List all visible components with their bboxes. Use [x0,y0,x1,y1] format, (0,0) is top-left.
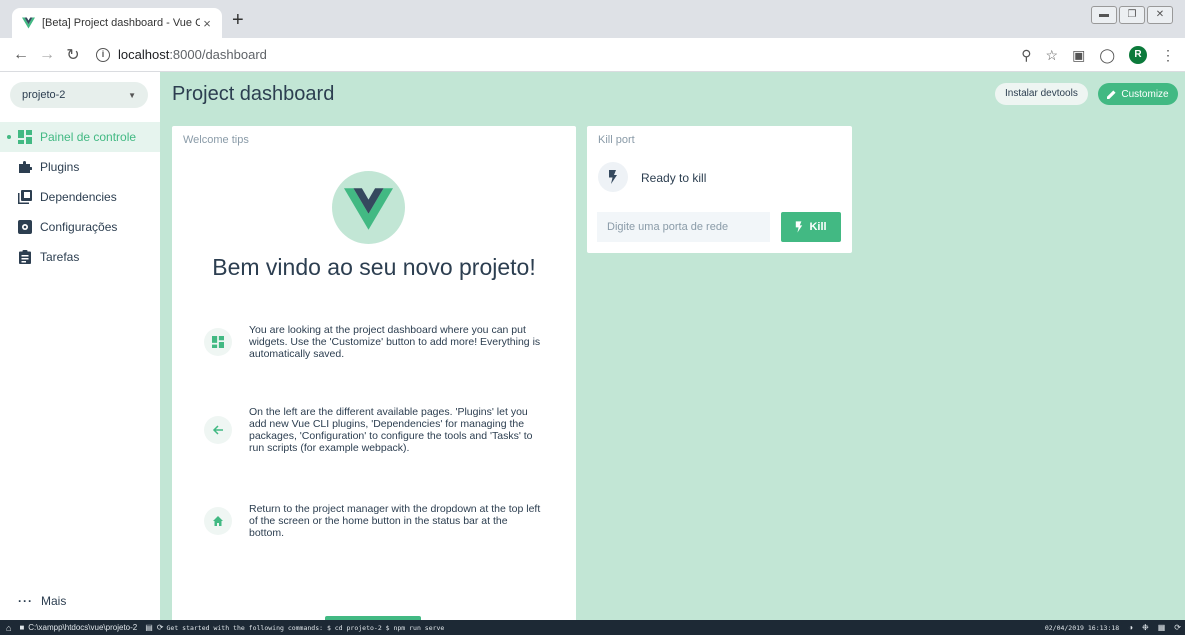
sidebar-item-plugins[interactable]: Plugins [0,152,160,182]
welcome-heading: Bem vindo ao seu novo projeto! [212,254,536,280]
project-name: projeto-2 [22,89,66,101]
dashboard-main: Project dashboard Instalar devtools Cust… [160,72,1185,620]
status-right: 02/04/2019 16:13:18 ◑ ❉ ▦ ⟳ [1045,620,1181,635]
dark-mode-icon[interactable]: ◑ [1128,623,1133,632]
vue-logo-icon [344,188,393,230]
sidebar-item-label: Configurações [40,220,118,234]
browser-tab[interactable]: [Beta] Project dashboard - Vue C × [12,8,222,38]
console-log[interactable]: ▤ ⟳ Get started with the following comma… [145,623,444,632]
browser-tabstrip: [Beta] Project dashboard - Vue C × + ▬ ❐… [0,0,1185,38]
translate-icon[interactable]: ▦ [1158,623,1166,632]
page-title: Project dashboard [172,83,335,105]
console-message: Get started with the following commands:… [166,623,445,632]
tip-item: You are looking at the project dashboard… [204,324,544,360]
zoom-icon[interactable]: ⚲ [1021,47,1031,64]
profile-avatar[interactable]: R [1129,46,1147,64]
port-input[interactable] [597,212,770,242]
maximize-button[interactable]: ❐ [1119,6,1145,24]
customize-label: Customize [1121,88,1169,100]
project-dropdown[interactable]: projeto-2 ▼ [10,82,148,108]
pencil-icon [1107,89,1116,99]
vue-logo-icon [22,17,35,29]
status-bar: ⌂ ■ C:\xampp\htdocs\vue\projeto-2 ▤ ⟳ Ge… [0,620,1185,635]
minimize-button[interactable]: ▬ [1091,6,1117,24]
forward-icon[interactable]: → [34,46,60,64]
extension-icon[interactable]: ◯ [1099,47,1115,64]
dashboard-icon [204,328,232,356]
sidebar-more[interactable]: ··· Mais [18,594,66,608]
new-tab-button[interactable]: + [232,10,244,30]
url-path: :8000/dashboard [169,47,267,62]
flash-icon [598,162,628,192]
kill-port-widget: Kill port Ready to kill Kill [587,126,852,253]
sidebar-item-label: Dependencies [40,190,117,204]
info-icon[interactable]: i [96,47,110,62]
camera-icon[interactable]: ▣ [1072,47,1085,64]
home-icon[interactable]: ⌂ [6,623,11,633]
url-host: localhost [118,47,170,62]
arrow-left-icon [204,416,232,444]
refresh-icon[interactable]: ⟳ [1174,623,1181,632]
settings-app-icon [18,220,32,234]
close-window-button[interactable]: ✕ [1147,6,1173,24]
more-label: Mais [41,594,67,608]
tip-item: On the left are the different available … [204,406,544,454]
sidebar: projeto-2 ▼ Painel de controle Plugins D… [0,72,160,620]
toolbar-right: ⚲ ☆ ▣ ◯ R ⋮ [1021,38,1175,72]
bug-icon[interactable]: ❉ [1142,623,1149,632]
sidebar-nav: Painel de controle Plugins Dependencies … [0,122,160,272]
puzzle-icon [19,161,32,173]
back-icon[interactable]: ← [8,46,34,64]
more-dots-icon: ··· [18,594,33,608]
flash-icon [796,221,803,233]
customize-button[interactable]: Customize [1098,83,1178,105]
info-icon: ⟳ [156,623,164,632]
kill-status: Ready to kill [641,171,707,185]
chevron-down-icon: ▼ [128,90,136,100]
sidebar-item-configurations[interactable]: Configurações [0,212,160,242]
folder-icon: ■ [19,623,25,632]
kill-button[interactable]: Kill [781,212,841,242]
window-controls: ▬ ❐ ✕ [1091,6,1173,24]
reload-icon[interactable]: ↻ [60,45,86,65]
project-path[interactable]: ■ C:\xampp\htdocs\vue\projeto-2 [19,623,137,632]
sidebar-item-label: Tarefas [40,250,80,264]
kill-label: Kill [809,221,827,233]
sidebar-item-dashboard[interactable]: Painel de controle [0,122,160,152]
browser-toolbar: ← → ↻ i localhost:8000/dashboard ⚲ ☆ ▣ ◯… [0,38,1185,72]
vue-logo [332,171,405,244]
clock: 02/04/2019 16:13:18 [1044,623,1120,632]
active-indicator [7,135,11,139]
tab-close-icon[interactable]: × [200,16,214,31]
install-devtools-button[interactable]: Instalar devtools [995,83,1088,105]
tip-text: On the left are the different available … [249,406,533,454]
menu-dots-icon[interactable]: ⋮ [1161,47,1175,64]
tip-item: Return to the project manager with the d… [204,503,544,539]
library-icon [18,190,32,204]
tip-text: You are looking at the project dashboard… [249,324,541,360]
home-icon [204,507,232,535]
widget-title: Kill port [598,134,635,146]
sidebar-item-label: Plugins [40,160,80,174]
bookmark-star-icon[interactable]: ☆ [1046,47,1059,64]
sidebar-item-dependencies[interactable]: Dependencies [0,182,160,212]
tab-title: [Beta] Project dashboard - Vue C [42,17,200,29]
sidebar-item-label: Painel de controle [40,130,137,144]
clipboard-icon [19,250,31,264]
dashboard-icon [18,130,32,144]
widget-title: Welcome tips [183,134,249,146]
console-icon: ▤ [145,623,153,632]
tip-text: Return to the project manager with the d… [249,503,541,539]
welcome-tips-widget: Welcome tips Bem vindo ao seu novo proje… [172,126,576,620]
address-bar[interactable]: i localhost:8000/dashboard [96,47,267,62]
sidebar-item-tasks[interactable]: Tarefas [0,242,160,272]
project-path-label: C:\xampp\htdocs\vue\projeto-2 [28,623,138,632]
